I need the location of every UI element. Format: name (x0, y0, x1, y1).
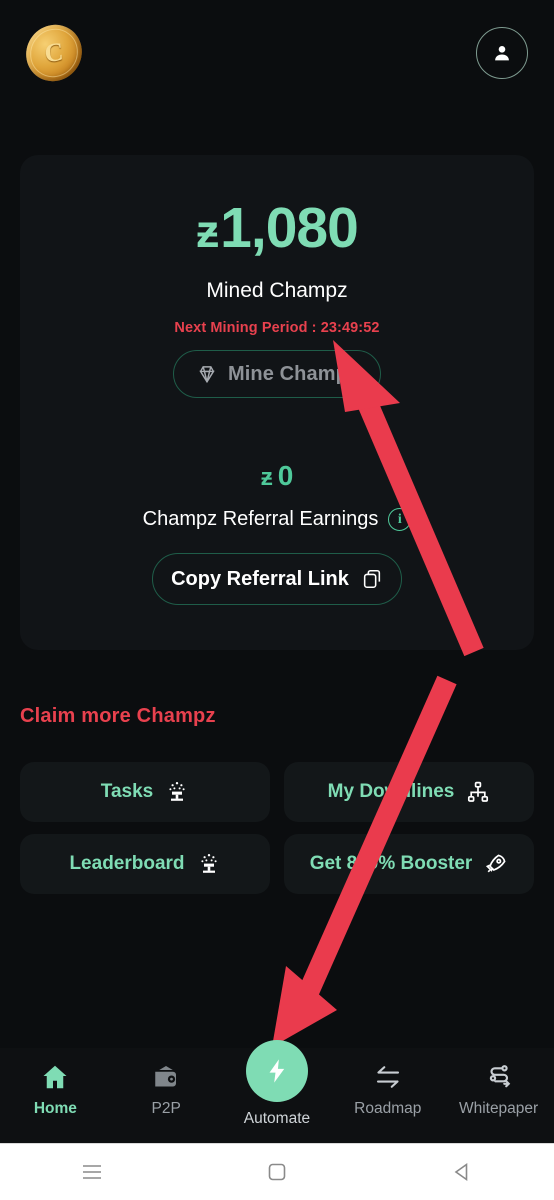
nav-item-whitepaper[interactable]: Whitepaper (444, 1062, 554, 1118)
nav-item-home-label: Home (33, 1100, 77, 1117)
tile-my-downlines[interactable]: My Downlines (284, 762, 534, 822)
info-icon[interactable]: i (388, 508, 412, 531)
gold-coin-icon[interactable]: C (23, 20, 85, 85)
nav-item-automate-label: Automate (243, 1110, 311, 1127)
nav-item-roadmap[interactable]: Roadmap (333, 1062, 443, 1118)
next-mining-period: Next Mining Period : 23:49:52 (174, 320, 380, 336)
mining-card: ƶ 1,080 Mined Champz Next Mining Period … (20, 155, 534, 650)
mined-balance: ƶ 1,080 (196, 196, 359, 260)
home-button[interactable] (232, 1162, 322, 1182)
nav-item-home[interactable]: Home (0, 1062, 110, 1118)
balance-value: 1,080 (220, 196, 359, 260)
tile-leaderboard[interactable]: Leaderboard (20, 834, 270, 894)
copy-icon (363, 569, 381, 589)
automate-fab-button[interactable] (245, 1040, 308, 1102)
referral-earnings-label: Champz Referral Earnings (142, 508, 379, 530)
currency-symbol: ƶ (196, 205, 219, 257)
mine-champz-label: Mine Champz (228, 362, 358, 385)
mined-label: Mined Champz (206, 279, 348, 302)
recents-button[interactable] (47, 1163, 137, 1181)
nav-item-roadmap-label: Roadmap (354, 1100, 422, 1117)
tile-tasks[interactable]: Tasks (20, 762, 270, 822)
rocket-icon (486, 854, 506, 873)
referral-earnings-row: Champz Referral Earnings i (143, 508, 412, 531)
back-button[interactable] (417, 1162, 507, 1182)
bottom-navigation: Home P2P Automate Roadmap Whitepaper (0, 1040, 554, 1143)
nav-item-p2p-label: P2P (151, 1100, 181, 1117)
person-glyph (495, 45, 509, 60)
referral-value: 0 (277, 460, 294, 491)
logo-letter: C (43, 36, 65, 68)
org-hierarchy-icon (468, 781, 489, 802)
referral-earnings-amount: ƶ 0 (261, 460, 294, 492)
nav-item-whitepaper-label: Whitepaper (458, 1100, 539, 1117)
triangle-back-icon (454, 1162, 467, 1182)
menu-lines-icon (83, 1165, 102, 1179)
nav-item-automate[interactable]: Automate (222, 1040, 332, 1128)
info-glyph: i (397, 511, 402, 527)
claim-more-title: Claim more Champz (20, 705, 216, 727)
tile-get-booster[interactable]: Get 800% Booster (284, 834, 534, 894)
app-screen: C ƶ 1,080 Mined Champz Next Mining Perio… (0, 0, 554, 1200)
referral-currency-symbol: ƶ (260, 464, 273, 491)
tile-my-downlines-label: My Downlines (327, 781, 455, 802)
app-header: C (0, 0, 554, 105)
user-avatar-icon[interactable] (476, 26, 528, 79)
copy-referral-link-label: Copy Referral Link (171, 567, 349, 590)
square-icon (268, 1163, 286, 1181)
android-system-bar (0, 1143, 554, 1200)
nav-item-p2p[interactable]: P2P (111, 1062, 221, 1118)
diamond-icon (199, 366, 215, 384)
podium-celebration-icon (200, 854, 217, 873)
swap-arrows-icon (376, 1066, 399, 1088)
claim-tiles-grid: Tasks My Downlines Leaderboard Get 800% … (20, 762, 534, 894)
route-path-icon (489, 1065, 510, 1088)
podium-celebration-icon (169, 782, 185, 801)
tile-get-booster-label: Get 800% Booster (309, 853, 473, 874)
wallet-icon (155, 1066, 177, 1087)
home-icon (43, 1065, 67, 1089)
tile-leaderboard-label: Leaderboard (69, 853, 185, 874)
tile-tasks-label: Tasks (100, 781, 154, 802)
copy-referral-link-button[interactable]: Copy Referral Link (152, 553, 402, 605)
mine-champz-button[interactable]: Mine Champz (173, 350, 381, 398)
lightning-bolt-icon (269, 1059, 285, 1083)
